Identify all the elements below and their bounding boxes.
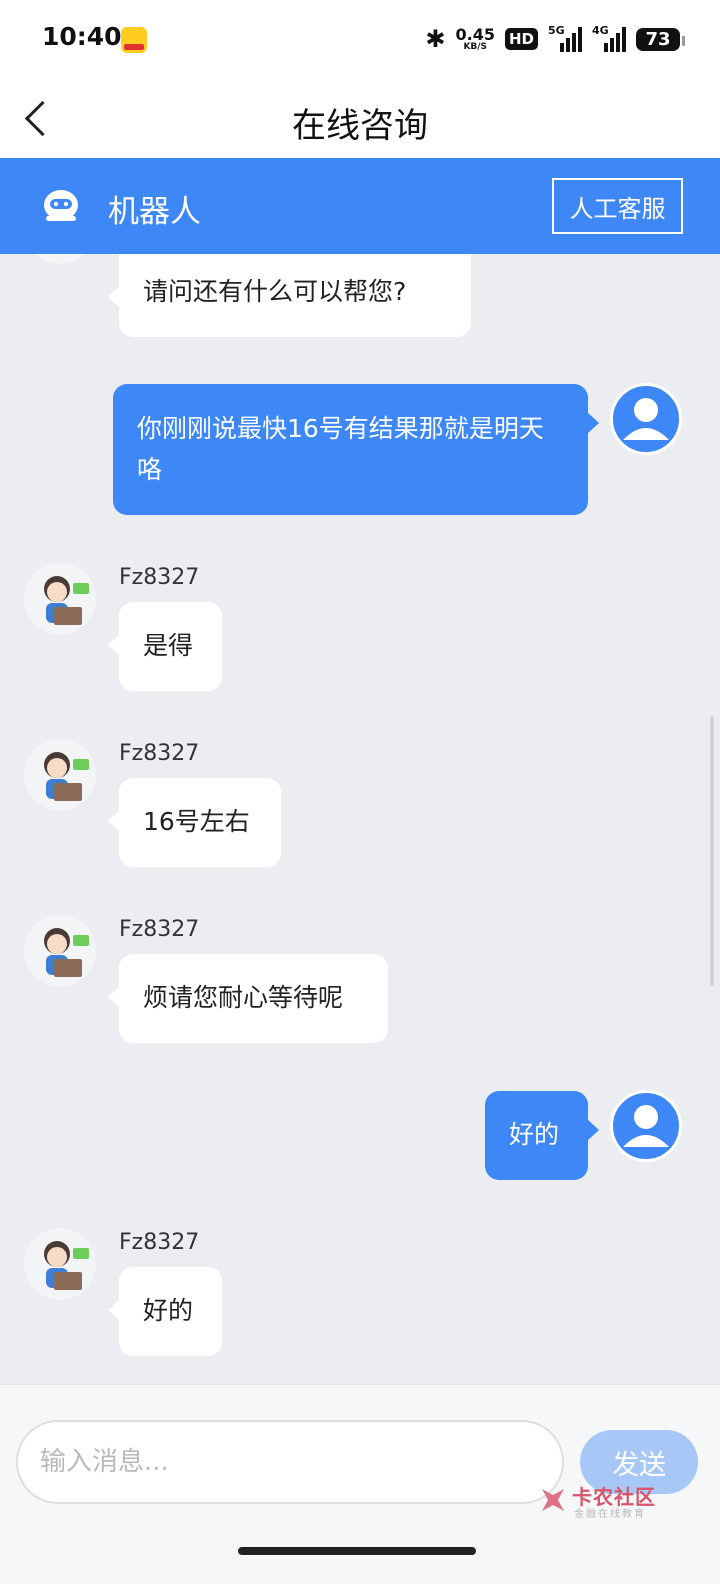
message-input[interactable] [16, 1420, 564, 1504]
message-bubble: 烦请您耐心等待呢 [108, 954, 388, 1043]
hd-voice-icon: HD [504, 28, 538, 50]
page-title: 在线咨询 [292, 106, 428, 146]
user-avatar [610, 383, 682, 455]
watermark-icon [542, 1489, 564, 1511]
watermark-logo: 卡农社区 金融在线教育 [536, 1481, 706, 1520]
status-bar: 10:40 ✱ 0.45 KB/S HD 5G 4G 73 [0, 0, 720, 78]
sender-name: Fz8327 [119, 917, 200, 942]
agent-avatar-image [44, 928, 89, 977]
meituan-icon [121, 27, 147, 53]
home-indicator[interactable] [238, 1547, 476, 1555]
agent-avatar [24, 915, 96, 987]
bluetooth-icon: ✱ [425, 25, 446, 53]
sender-name: Fz8327 [119, 1230, 200, 1255]
message-bubble: 16号左右 [108, 778, 281, 867]
agent-avatar-image [24, 254, 96, 264]
user-icon [623, 398, 669, 440]
signal-5g-icon: 5G [548, 24, 582, 52]
message-bubble: 好的 [485, 1091, 599, 1180]
agent-avatar [24, 254, 96, 264]
robot-icon [44, 190, 78, 221]
bot-name: 机器人 [108, 194, 201, 230]
chat-list[interactable]: 请问还有什么可以帮您? 你刚刚说最快16号有结果那就是明天咯 Fz8327 是得… [0, 254, 720, 1384]
user-avatar [610, 1090, 682, 1162]
message-bubble: 你刚刚说最快16号有结果那就是明天咯 [113, 384, 599, 515]
signal-5g-label: 5G [548, 24, 565, 37]
sender-name: Fz8327 [119, 741, 200, 766]
message-bubble: 请问还有什么可以帮您? [108, 254, 471, 337]
agent-avatar-image [44, 1241, 89, 1290]
user-icon [623, 1105, 669, 1147]
network-speed-value: 0.45 [455, 24, 495, 44]
chat-scrollbar[interactable] [710, 716, 714, 986]
status-time: 10:40 [42, 22, 122, 51]
agent-avatar-image [44, 752, 89, 801]
agent-avatar [24, 1228, 96, 1300]
message-bubble: 好的 [108, 1267, 222, 1356]
network-speed-unit: KB/S [463, 41, 488, 52]
input-bar: 发送 卡农社区 金融在线教育 [0, 1384, 720, 1584]
sender-name: Fz8327 [119, 565, 200, 590]
agent-avatar [24, 739, 96, 811]
human-service-button[interactable]: 人工客服 [552, 178, 683, 234]
network-speed: 0.45 KB/S [455, 24, 495, 52]
watermark-subtitle: 金融在线教育 [574, 1509, 646, 1520]
agent-avatar-image [44, 576, 89, 625]
battery-icon: 73 [636, 27, 685, 51]
signal-4g-icon: 4G [592, 24, 626, 52]
nav-bar: 在线咨询 [0, 78, 720, 158]
agent-avatar [24, 563, 96, 635]
status-indicators: ✱ 0.45 KB/S HD 5G 4G 73 [425, 22, 685, 56]
message-bubble: 是得 [108, 602, 222, 691]
signal-4g-label: 4G [592, 24, 609, 37]
chat-header: 机器人 人工客服 [0, 158, 720, 254]
